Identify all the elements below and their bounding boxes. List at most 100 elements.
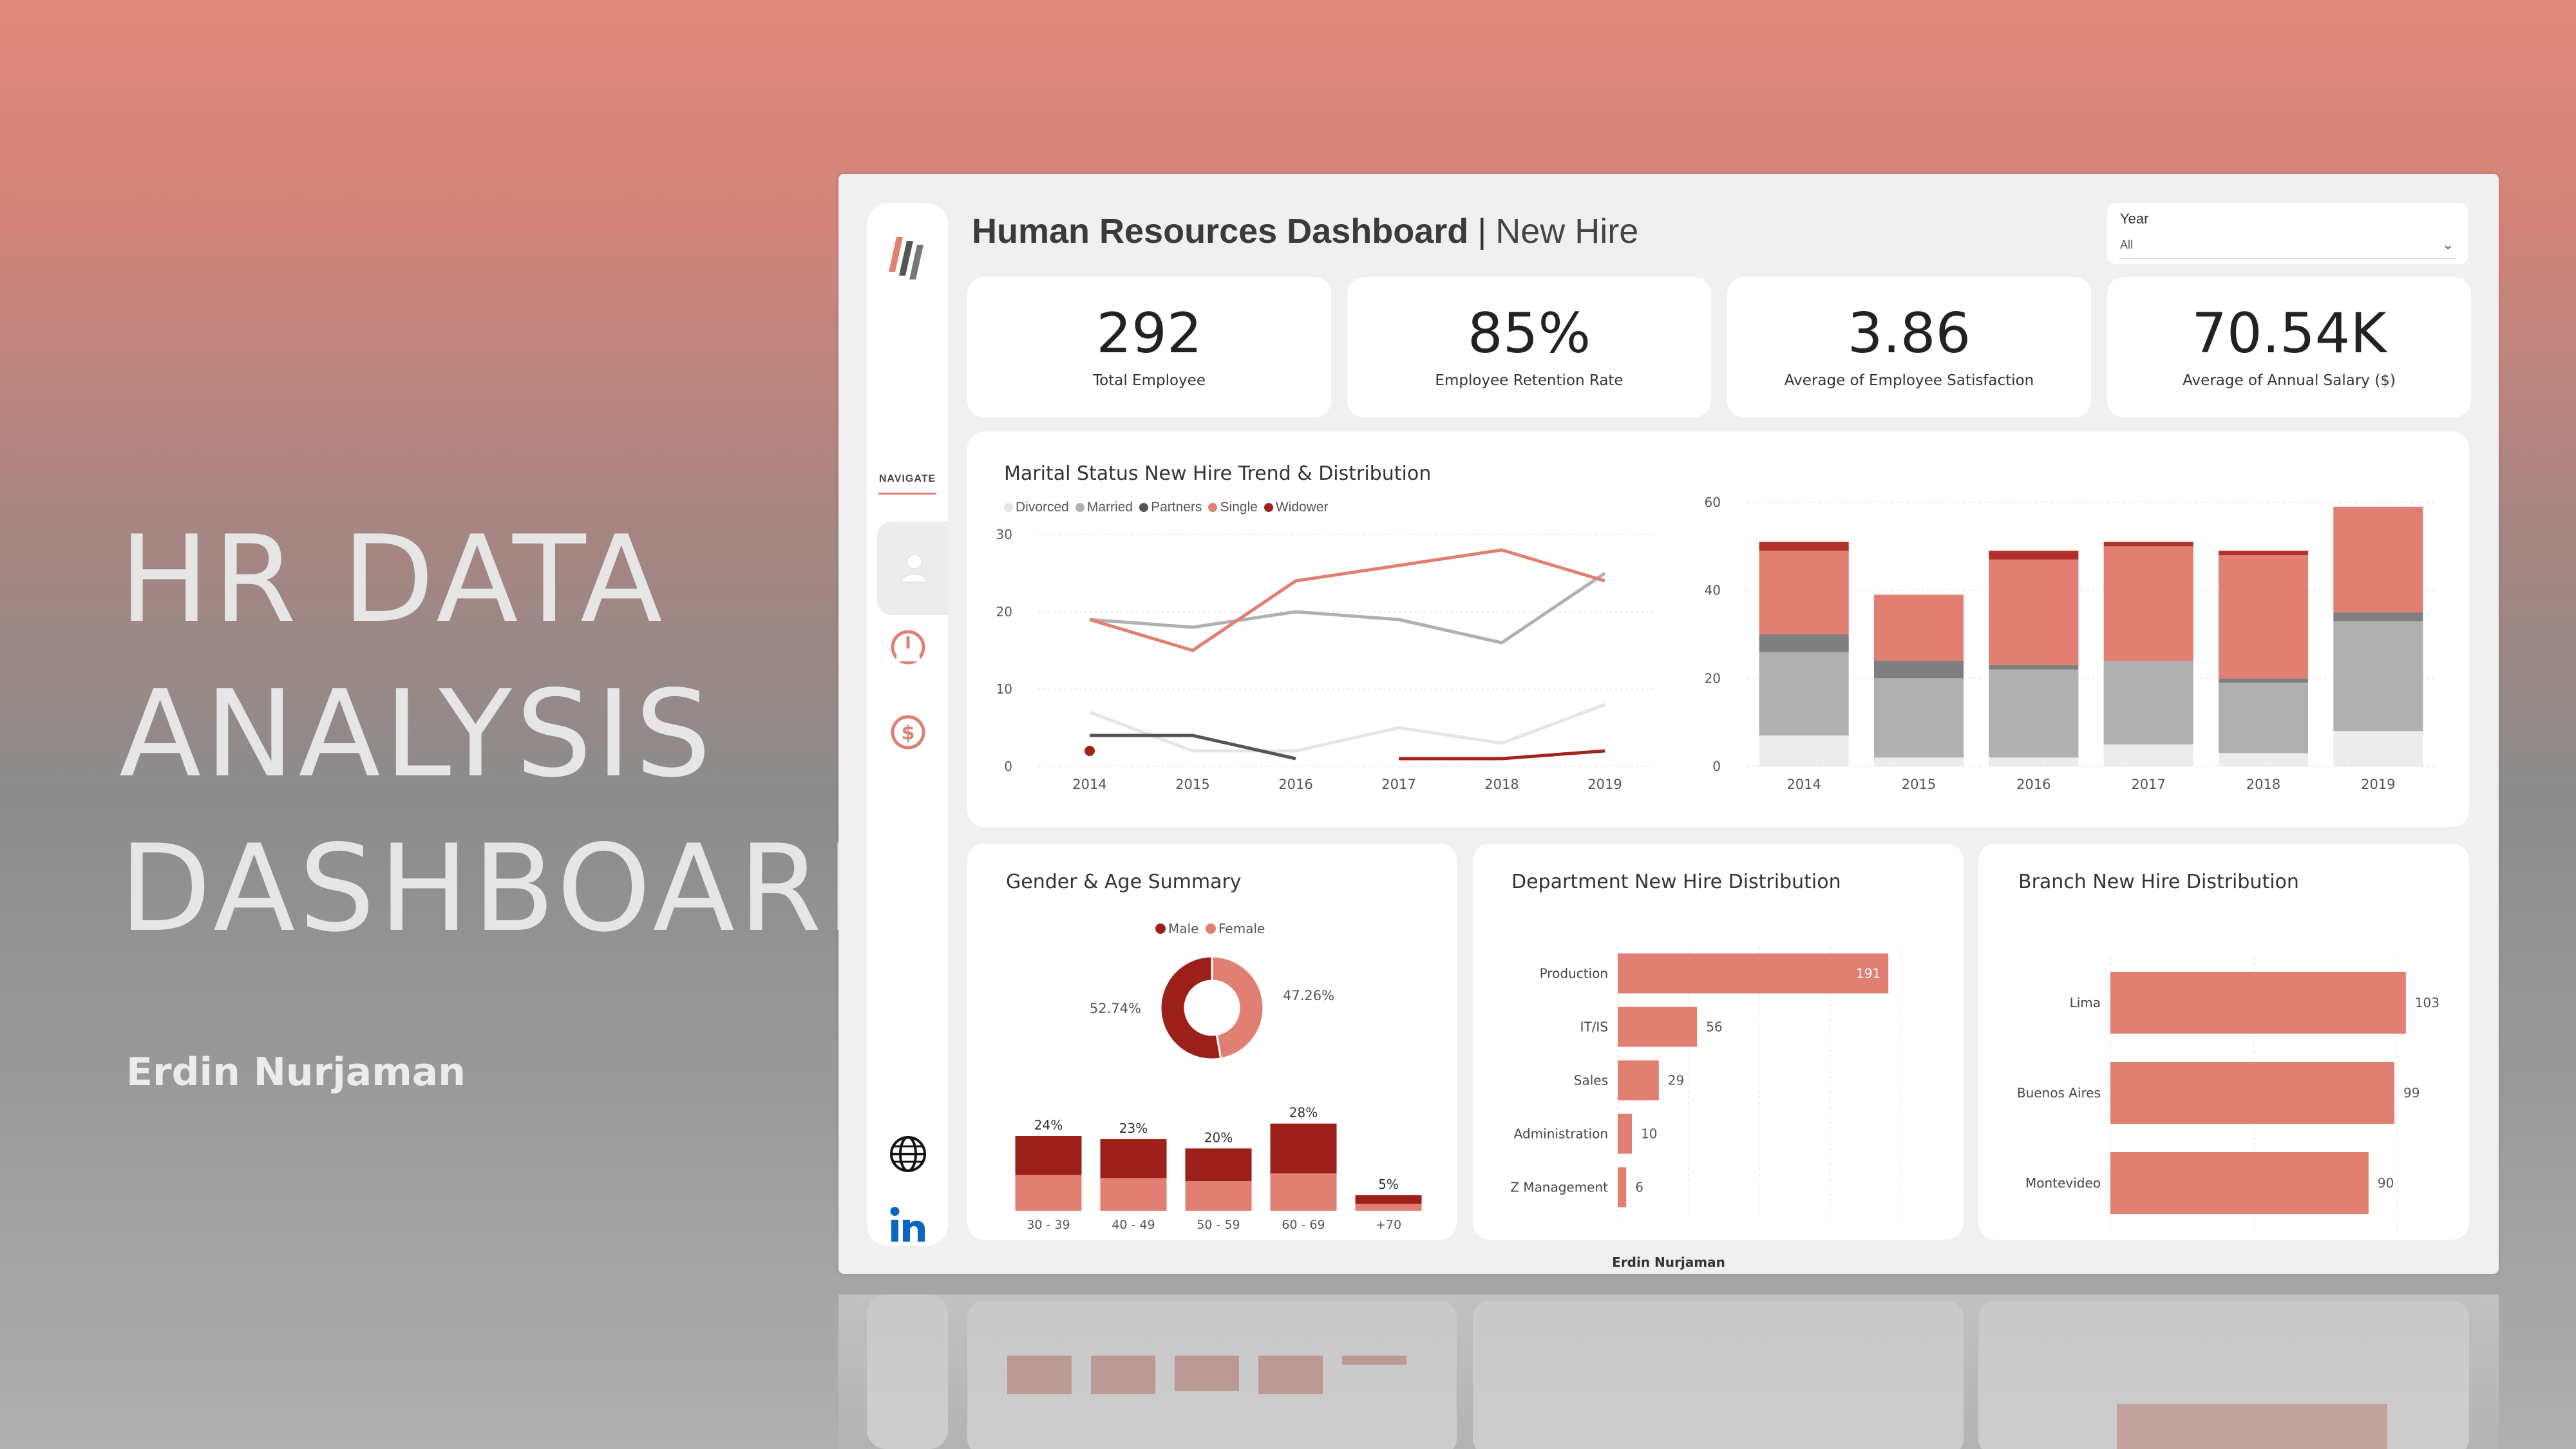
- age-bar-segment: [1015, 1136, 1082, 1175]
- dollar-icon[interactable]: $: [887, 712, 929, 753]
- data-label: 24%: [1034, 1117, 1063, 1133]
- nav-label: NAVIGATE: [878, 473, 936, 484]
- age-bar-chart: 24% 30 - 39 23% 40 - 49 20% 50 - 59 28% 60 - 69…: [1015, 1105, 1422, 1232]
- y-tick-label: 30: [996, 527, 1012, 542]
- legend-dot: [1139, 503, 1149, 512]
- page-title: Human Resources Dashboard | New Hire: [972, 211, 1638, 251]
- nav-item-new-hire[interactable]: [877, 522, 948, 615]
- stacked-bar-segment: [2333, 612, 2423, 621]
- hero-author: Erdin Nurjaman: [126, 1050, 466, 1095]
- legend-item[interactable]: Married: [1075, 500, 1133, 515]
- panel-title: Marital Status New Hire Trend & Distribu…: [1004, 462, 1432, 485]
- stacked-bar-segment: [2218, 678, 2309, 683]
- category-label: Lima: [2070, 995, 2101, 1010]
- age-bar-segment: [1270, 1123, 1337, 1173]
- legend-dot: [1206, 923, 1216, 934]
- category-label: Sales: [1574, 1073, 1608, 1088]
- hero-title: HR DATA ANALYSIS DASHBOARD: [119, 502, 922, 966]
- page-title-main: Human Resources Dashboard: [972, 212, 1469, 251]
- stacked-bar-segment: [2218, 551, 2309, 555]
- series-point: [1084, 746, 1095, 756]
- donut-slice: [1211, 955, 1265, 1060]
- branch-panel: Branch New Hire Distribution 050100Lima1…: [1978, 844, 2469, 1240]
- x-tick-label: 40 - 49: [1112, 1218, 1155, 1232]
- age-bar-segment: [1270, 1173, 1337, 1211]
- bar: [1618, 1113, 1632, 1154]
- data-label: 28%: [1289, 1105, 1318, 1121]
- stacked-bar-segment: [1873, 757, 1964, 766]
- stacked-bar-segment: [2103, 744, 2193, 766]
- hero-title-line: DASHBOARD: [119, 819, 922, 958]
- stacked-bar-segment: [2333, 506, 2423, 612]
- stacked-bar-segment: [1759, 735, 1849, 766]
- bar: [2110, 972, 2406, 1034]
- legend-dot: [1075, 503, 1084, 512]
- year-filter[interactable]: Year All ⌄: [2107, 203, 2468, 264]
- x-tick-label: 2018: [2246, 777, 2280, 792]
- nav-underline: [878, 493, 936, 495]
- department-panel: Department New Hire Distribution 0501001…: [1473, 844, 1964, 1240]
- x-tick-label: 2017: [2131, 777, 2165, 792]
- legend-label: Male: [1168, 921, 1198, 936]
- bar: [1618, 1007, 1698, 1047]
- footer-author: Erdin Nurjaman: [1612, 1255, 1725, 1270]
- age-bar-segment: [1355, 1204, 1422, 1211]
- legend-item[interactable]: Single: [1208, 500, 1258, 515]
- age-bar-segment: [1185, 1181, 1252, 1211]
- y-tick-label: 20: [996, 604, 1012, 620]
- x-tick-label: 2014: [1072, 777, 1106, 792]
- y-tick-label: 40: [1705, 583, 1721, 598]
- data-label: 52.74%: [1090, 1001, 1141, 1016]
- donut-slice: [1159, 955, 1222, 1061]
- marital-stacked-chart: 0 20 40 60 2014 2015 2016 2017 2018 2019: [1705, 495, 2436, 792]
- stacked-bar-segment: [1873, 661, 1964, 679]
- y-tick-label: 10: [996, 681, 1012, 697]
- x-tick-label: 50 - 59: [1197, 1218, 1240, 1232]
- stacked-bar-segment: [1759, 634, 1849, 652]
- stacked-bar-segment: [2218, 683, 2309, 753]
- y-tick-label: 0: [1712, 759, 1721, 774]
- x-tick-label: 2016: [2016, 777, 2050, 792]
- legend-item[interactable]: Divorced: [1004, 500, 1069, 515]
- stacked-bar-segment: [1759, 542, 1849, 551]
- category-label: Buenos Aires: [2017, 1085, 2101, 1101]
- gauge-icon[interactable]: [887, 627, 929, 668]
- kpi-label: Total Employee: [1093, 372, 1206, 389]
- title-separator: |: [1477, 212, 1487, 251]
- legend-item[interactable]: Partners: [1139, 500, 1202, 515]
- user-icon: [901, 554, 928, 583]
- year-filter-value[interactable]: All: [2120, 238, 2133, 252]
- category-label: Z Management: [1510, 1180, 1608, 1195]
- stacked-bar-segment: [1873, 594, 1964, 661]
- linkedin-icon[interactable]: [887, 1204, 929, 1245]
- age-bar-segment: [1015, 1175, 1082, 1211]
- stacked-bar-segment: [1759, 652, 1849, 736]
- x-tick-label: 2015: [1902, 777, 1936, 792]
- x-tick-label: 2018: [1484, 777, 1519, 792]
- hero-title-line: HR DATA: [119, 509, 667, 649]
- hero-title-line: ANALYSIS: [119, 664, 715, 804]
- legend-dot: [1004, 503, 1013, 512]
- data-label: 47.26%: [1283, 988, 1334, 1003]
- globe-icon[interactable]: [887, 1133, 929, 1175]
- branch-bar-chart: 050100Lima103Buenos Aires99Montevideo90: [2017, 958, 2439, 1230]
- bar: [1618, 953, 1889, 994]
- data-label: 20%: [1204, 1130, 1233, 1145]
- data-label: 56: [1706, 1019, 1722, 1035]
- data-label: 5%: [1378, 1177, 1399, 1192]
- age-bar-segment: [1100, 1139, 1167, 1179]
- reflection-shapes: [867, 1294, 2469, 1449]
- category-label: Administration: [1514, 1126, 1608, 1142]
- legend-label: Partners: [1151, 500, 1202, 515]
- year-filter-underline: [2119, 258, 2456, 259]
- stacked-bar-segment: [1989, 559, 2079, 665]
- legend-label: Widower: [1275, 500, 1329, 515]
- legend-item[interactable]: Widower: [1264, 500, 1329, 515]
- stacked-bar-segment: [1989, 665, 2079, 670]
- x-tick-label: 2015: [1175, 777, 1209, 792]
- bar: [1618, 1167, 1627, 1208]
- panel-title: Gender & Age Summary: [1006, 871, 1242, 893]
- x-tick-label: 2017: [1381, 777, 1416, 792]
- chevron-down-icon[interactable]: ⌄: [2442, 236, 2454, 253]
- sidebar: NAVIGATE $: [867, 203, 948, 1246]
